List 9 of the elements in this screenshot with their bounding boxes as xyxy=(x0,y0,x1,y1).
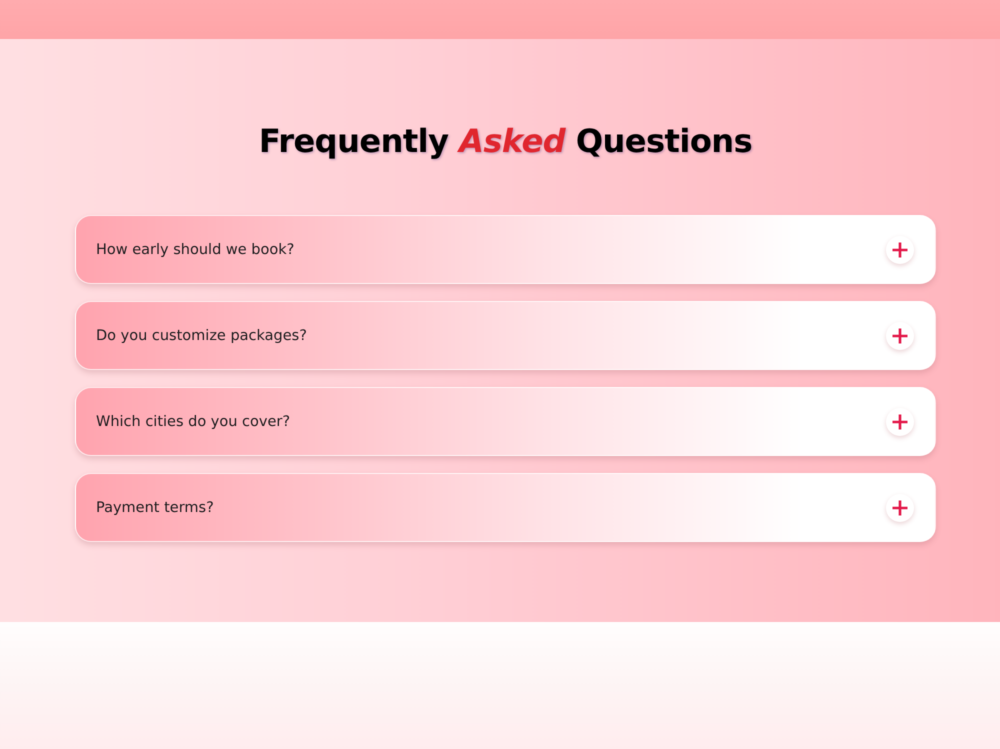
plus-icon xyxy=(886,408,914,436)
plus-icon xyxy=(886,494,914,522)
faq-question-button[interactable]: How early should we book? xyxy=(75,215,936,284)
faq-question-button[interactable]: Which cities do you cover? xyxy=(75,387,936,456)
faq-heading: Frequently Asked Questions xyxy=(258,121,752,162)
plus-icon xyxy=(886,236,914,264)
faq-question-button[interactable]: Payment terms? xyxy=(75,473,936,542)
plus-icon xyxy=(886,322,914,350)
faq-question-button[interactable]: Do you customize packages? xyxy=(75,301,936,370)
